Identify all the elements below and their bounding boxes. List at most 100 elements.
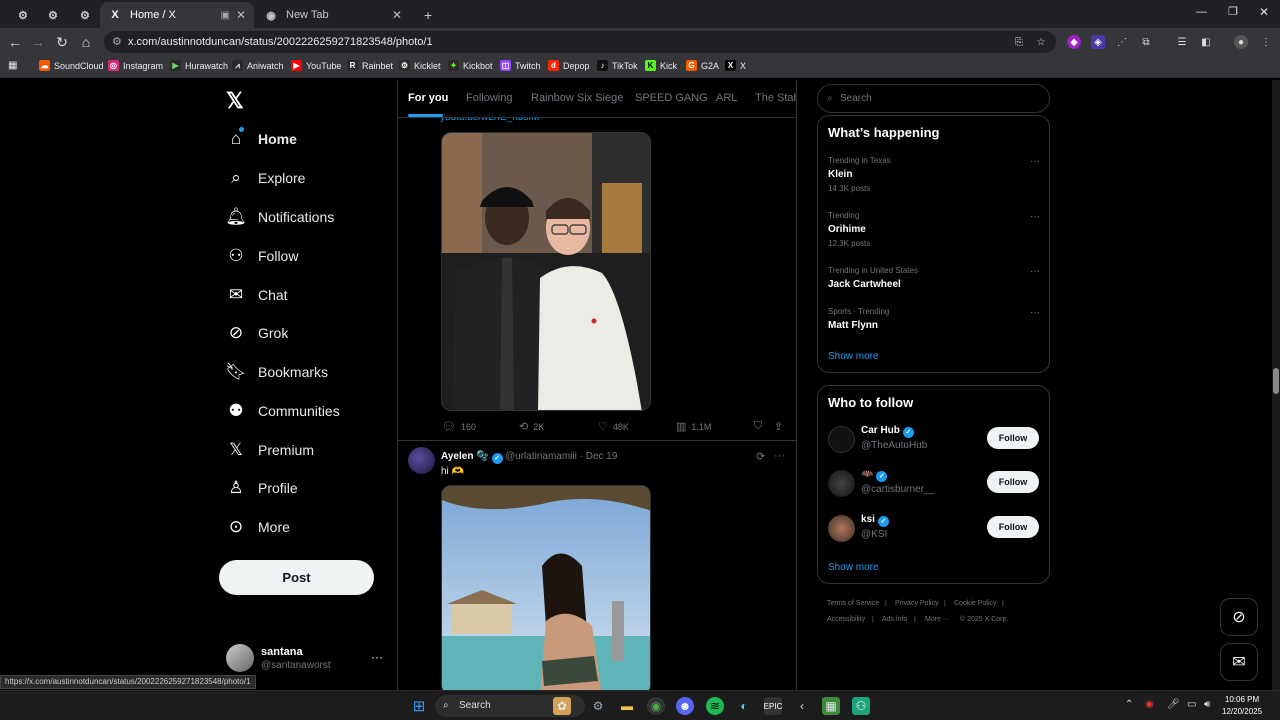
discord-icon[interactable]: ☻ xyxy=(676,697,694,715)
grok-float-button[interactable]: ⊘ xyxy=(1220,598,1258,636)
trend-item[interactable]: Trending in Texas Klein 14.3K posts ··· xyxy=(828,156,1040,193)
app-icon[interactable]: ‹ xyxy=(793,697,811,715)
epic-games-icon[interactable]: EPIC xyxy=(764,697,782,715)
media-controls-icon[interactable]: ☰ xyxy=(1175,35,1189,49)
windows-start-icon[interactable]: ⊞ xyxy=(410,697,428,715)
site-info-icon[interactable]: ⚙ xyxy=(112,31,122,53)
follow-suggestion[interactable]: Car Hub ✓ @TheAutoHub Follow xyxy=(828,424,1040,456)
nav-bookmarks[interactable]: 🔖︎ Bookmarks xyxy=(225,358,328,386)
author-name[interactable]: Ayelen 🫧 ✓ xyxy=(441,451,503,464)
bookmark-youtube[interactable]: ▶ YouTube xyxy=(291,60,341,71)
bookmark-kickbot[interactable]: ✦ Kickbot xyxy=(448,60,493,71)
scrollbar-thumb[interactable] xyxy=(1273,368,1279,394)
bookmark-button[interactable]: ⛉ xyxy=(754,420,767,433)
close-tab-icon[interactable]: ✕ xyxy=(236,8,246,22)
minecraft-icon[interactable]: ▦ xyxy=(822,697,840,715)
tab-for-you[interactable]: For you xyxy=(408,92,448,104)
nav-communities[interactable]: ⚉ Communities xyxy=(226,397,339,425)
search-input[interactable]: ⌕ Search xyxy=(817,84,1050,113)
pinned-tab-3[interactable]: ⚙ xyxy=(72,2,100,28)
tab-following[interactable]: Following xyxy=(466,92,512,104)
post-button[interactable]: Post xyxy=(219,560,374,595)
more-dots-icon[interactable]: ··· xyxy=(1030,266,1040,277)
settings-icon[interactable]: ⚙ xyxy=(589,697,607,715)
restore-icon[interactable]: ❐ xyxy=(1228,5,1238,18)
bookmark-depop[interactable]: d Depop xyxy=(548,60,590,71)
author-handle[interactable]: @urlatinamamiii xyxy=(505,451,577,462)
like-button[interactable]: ♡ 48K xyxy=(598,420,629,433)
profile-avatar-icon[interactable]: ● xyxy=(1234,35,1248,49)
nav-home[interactable]: ⌂ Home xyxy=(226,125,297,153)
network-icon[interactable]: ▭ xyxy=(1187,699,1196,710)
volume-icon[interactable]: 🔊︎ xyxy=(1204,699,1210,710)
repost-button[interactable]: ⟲ 2K xyxy=(519,420,544,433)
reply-button[interactable]: 💬︎ 160 xyxy=(442,420,476,433)
more-dots-icon[interactable]: ··· xyxy=(1030,156,1040,167)
nav-follow[interactable]: ⚇ Follow xyxy=(226,242,298,270)
messages-float-button[interactable]: ✉ xyxy=(1220,643,1258,681)
more-dots-icon[interactable]: ··· xyxy=(1030,307,1040,318)
bookmark-instagram[interactable]: ◎ Instagram xyxy=(108,60,163,71)
trend-item[interactable]: Sports · Trending Matt Flynn ··· xyxy=(828,307,1040,331)
app-icon[interactable]: ⚇ xyxy=(852,697,870,715)
menu-dots-icon[interactable]: ⋮ xyxy=(1259,35,1273,49)
tab-rainbow-six-siege[interactable]: Rainbow Six Siege xyxy=(531,92,623,104)
reload-icon[interactable]: ↻ xyxy=(53,33,71,51)
bookmark-kicklet[interactable]: ⚙ Kicklet xyxy=(399,60,441,71)
more-dots-icon[interactable]: ··· xyxy=(371,650,383,664)
bookmark-star-icon[interactable]: ☆ xyxy=(1034,35,1048,49)
more-dots-icon[interactable]: ··· xyxy=(1030,211,1040,222)
chrome-icon[interactable]: ◉ xyxy=(647,697,665,715)
side-panel-icon[interactable]: ◧ xyxy=(1199,35,1213,49)
tray-app-icon[interactable]: ◉ xyxy=(1145,699,1154,710)
bookmark-soundcloud[interactable]: ☁ SoundCloud xyxy=(39,60,104,71)
shield-extension-icon[interactable]: ◈ xyxy=(1091,35,1105,49)
close-window-icon[interactable]: ✕ xyxy=(1259,5,1269,19)
account-switcher[interactable]: santana @santanaworst ··· xyxy=(226,644,386,674)
bookmark-tiktok[interactable]: ♪ TikTok xyxy=(597,60,638,71)
close-tab-icon[interactable]: ✕ xyxy=(392,8,402,22)
footer-ads-info[interactable]: Ads info xyxy=(882,616,907,623)
pinned-tab-1[interactable]: ⚙ xyxy=(10,2,38,28)
tray-chevron-icon[interactable]: ⌃ xyxy=(1125,699,1133,710)
tab-the-stable[interactable]: The Stabl xyxy=(755,92,796,104)
bookmark-g2a[interactable]: G G2A xyxy=(686,60,719,71)
spotify-icon[interactable]: ≋ xyxy=(706,697,724,715)
tweet-date[interactable]: Dec 19 xyxy=(586,451,618,462)
tweet-photo[interactable] xyxy=(441,132,651,411)
nav-explore[interactable]: ⌕ Explore xyxy=(226,164,305,192)
views-button[interactable]: ▥ 1.1M xyxy=(676,420,711,433)
nav-profile[interactable]: ♙ Profile xyxy=(226,474,297,502)
microphone-icon[interactable]: 🎤︎ xyxy=(1167,699,1180,710)
extension-icon[interactable]: ◆ xyxy=(1067,35,1081,49)
tab-new-tab[interactable]: ◉ New Tab ✕ xyxy=(256,2,410,28)
tab-home-x[interactable]: X Home / X ▣ ✕ xyxy=(100,2,254,28)
apps-grid-icon[interactable]: ▦ xyxy=(8,60,17,71)
follow-button[interactable]: Follow xyxy=(987,516,1039,538)
bookmark-kick[interactable]: K Kick xyxy=(645,60,677,71)
footer-terms[interactable]: Terms of Service xyxy=(827,600,879,607)
taskbar-clock[interactable]: 10:06 PM 12/20/2025 xyxy=(1222,694,1262,718)
url-input[interactable]: ⚙ x.com/austinnotduncan/status/200222625… xyxy=(104,31,1056,53)
back-icon[interactable]: ← xyxy=(6,33,24,51)
bookmark-x[interactable]: XX xyxy=(725,60,746,71)
forward-icon[interactable]: → xyxy=(29,33,47,51)
nav-notifications[interactable]: 🔔︎ Notifications xyxy=(225,203,334,231)
follow-suggestion[interactable]: 🦇 ✓ @cartisburner__ Follow xyxy=(828,468,1040,500)
tab-speed-gang[interactable]: SPEED GANG xyxy=(635,92,708,104)
pinned-tab-2[interactable]: ⚙ xyxy=(40,2,68,28)
bookmark-aniwatch[interactable]: ⩘ Aniwatch xyxy=(232,60,284,71)
follow-suggestion[interactable]: ksi ✓ @KSI Follow xyxy=(828,513,1040,545)
x-logo-icon[interactable]: 𝕏 xyxy=(226,88,244,114)
bookmark-rainbet[interactable]: R Rainbet xyxy=(347,60,393,71)
footer-privacy[interactable]: Privacy Policy xyxy=(895,600,939,607)
follow-button[interactable]: Follow xyxy=(987,471,1039,493)
avatar[interactable] xyxy=(408,447,435,474)
home-icon[interactable]: ⌂ xyxy=(77,33,95,51)
install-app-icon[interactable]: ⎘ xyxy=(1012,35,1026,49)
follow-button[interactable]: Follow xyxy=(987,427,1039,449)
widgets-icon[interactable]: ✿ xyxy=(553,697,571,715)
file-explorer-icon[interactable]: ▬ xyxy=(618,697,636,715)
tweet-photo[interactable] xyxy=(441,485,651,690)
more-dots-icon[interactable]: ··· xyxy=(774,450,785,462)
